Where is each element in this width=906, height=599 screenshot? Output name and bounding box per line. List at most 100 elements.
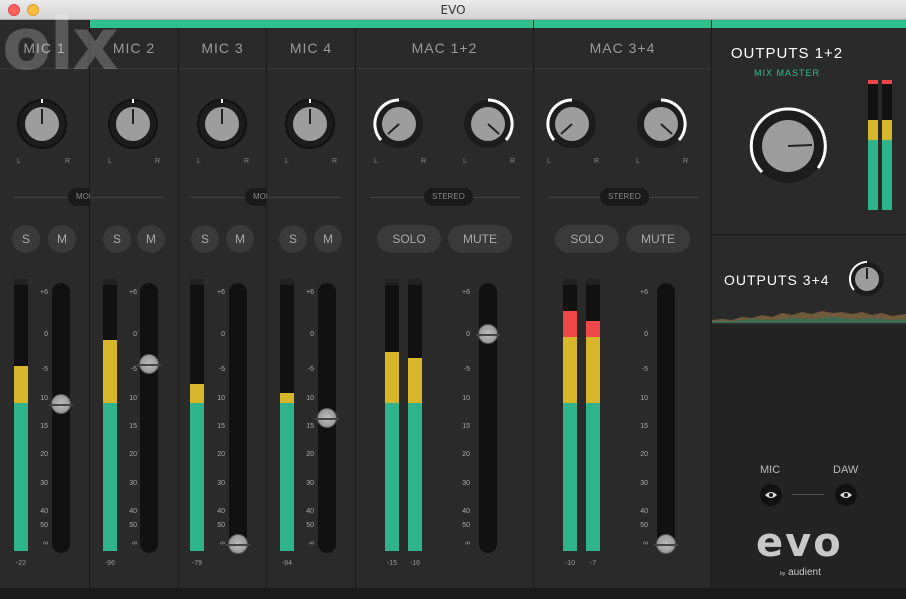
daw-source-label: DAW (833, 464, 859, 476)
meter-green-segment (14, 403, 28, 551)
solo-button[interactable]: SOLO (377, 225, 441, 253)
meter-green-segment (385, 403, 399, 551)
channel-name: MAC 3+4 (589, 40, 656, 56)
channel-name: MAC 1+2 (411, 40, 478, 56)
scale-tick: 40 (217, 508, 225, 515)
meter-red-segment (882, 80, 892, 84)
title-bar: EVO (0, 0, 906, 20)
scale-tick: -5 (218, 366, 225, 373)
pan-knob-right[interactable] (635, 98, 687, 150)
clip-indicator (14, 279, 28, 285)
clip-indicator (103, 279, 117, 285)
pan-left-label: L (108, 158, 112, 165)
mic-eye-icon[interactable] (760, 484, 782, 506)
peak-readout-right: -7 (589, 560, 597, 567)
meter-yellow-segment (190, 384, 204, 403)
solo-button[interactable]: S (12, 225, 40, 253)
scale-tick: -5 (41, 366, 48, 373)
fader-handle[interactable] (226, 534, 250, 554)
pan-right-label: R (65, 158, 71, 165)
fader-track[interactable] (229, 283, 247, 553)
meter-green-segment (882, 140, 892, 210)
scale-tick: 40 (640, 508, 648, 515)
pan-left-label: L (463, 158, 467, 165)
pan-knob-left[interactable] (546, 98, 598, 150)
divider (356, 68, 533, 69)
mute-button[interactable]: M (226, 225, 254, 253)
scale-tick: 50 (40, 522, 48, 529)
daw-eye-icon[interactable] (835, 484, 857, 506)
meter-yellow-segment (882, 120, 892, 140)
solo-button[interactable]: S (191, 225, 219, 253)
stereo-link-toggle[interactable]: STEREO (600, 188, 649, 206)
scale-tick: +6 (462, 289, 470, 296)
pan-left-label: L (197, 158, 201, 165)
window-title: EVO (440, 3, 466, 17)
pan-left-label: L (374, 158, 378, 165)
outputs-3-4-volume-knob[interactable] (848, 260, 886, 298)
meter-yellow-segment (103, 340, 117, 403)
scale-tick: 20 (462, 451, 470, 458)
pan-knob-left[interactable] (373, 98, 425, 150)
channel-name: MIC 3 (201, 40, 244, 56)
mute-button[interactable]: M (314, 225, 342, 253)
scale-tick: 15 (462, 423, 470, 430)
fader-handle[interactable] (137, 354, 161, 374)
channel-strip-mac-1-2: MAC 1+2 L R L R STEREO SOLO MUTE +6 0 -5 (356, 20, 534, 588)
solo-button[interactable]: S (103, 225, 131, 253)
scale-tick: 50 (640, 522, 648, 529)
outputs-3-4-title: OUTPUTS 3+4 (724, 272, 830, 288)
mute-button[interactable]: M (137, 225, 165, 253)
fader-handle[interactable] (315, 408, 339, 428)
clip-indicator (586, 279, 600, 285)
main-volume-knob[interactable] (748, 106, 828, 186)
pan-right-label: R (244, 158, 250, 165)
scale-tick: 15 (306, 423, 314, 430)
fader-track[interactable] (52, 283, 70, 553)
clip-indicator (190, 279, 204, 285)
fader-handle[interactable] (654, 534, 678, 554)
mute-button[interactable]: MUTE (626, 225, 690, 253)
channel-accent-bar (179, 20, 267, 28)
pan-knob[interactable] (284, 98, 336, 150)
pan-right-label: R (594, 158, 600, 165)
divider (179, 68, 266, 69)
scale-tick: 50 (217, 522, 225, 529)
stereo-link-toggle[interactable]: STEREO (424, 188, 473, 206)
scale-tick: 10 (40, 395, 48, 402)
fader-handle[interactable] (49, 394, 73, 414)
pan-right-label: R (421, 158, 427, 165)
scale-tick: ∞ (43, 540, 48, 547)
scale-tick: 0 (221, 331, 225, 338)
mute-button[interactable]: M (48, 225, 76, 253)
scale-tick: 20 (217, 451, 225, 458)
divider (712, 234, 906, 235)
scale-tick: 40 (306, 508, 314, 515)
peak-readout-left: -10 (564, 560, 576, 567)
pan-knob[interactable] (107, 98, 159, 150)
scale-tick: ∞ (643, 540, 648, 547)
clip-indicator (385, 279, 399, 285)
scale-tick: 40 (462, 508, 470, 515)
solo-button[interactable]: S (279, 225, 307, 253)
pan-knob[interactable] (196, 98, 248, 150)
channel-accent-bar (534, 20, 711, 28)
fader-track[interactable] (140, 283, 158, 553)
level-meter (103, 279, 117, 551)
fader-handle[interactable] (476, 324, 500, 344)
fader-track[interactable] (657, 283, 675, 553)
pan-left-label: L (285, 158, 289, 165)
channel-strip-mac-3-4: MAC 3+4 L R L R STEREO SOLO MUTE +6 0 -5… (534, 20, 712, 588)
scale-tick: ∞ (132, 540, 137, 547)
pan-left-label: L (547, 158, 551, 165)
mute-button[interactable]: MUTE (448, 225, 512, 253)
peak-readout-right: -16 (409, 560, 421, 567)
scale-tick: 40 (129, 508, 137, 515)
pan-knob-right[interactable] (462, 98, 514, 150)
solo-button[interactable]: SOLO (555, 225, 619, 253)
meter-green-segment (563, 403, 577, 551)
divider (534, 68, 711, 69)
pan-knob[interactable] (16, 98, 68, 150)
scale-tick: -5 (641, 366, 648, 373)
meter-green-segment (103, 403, 117, 551)
